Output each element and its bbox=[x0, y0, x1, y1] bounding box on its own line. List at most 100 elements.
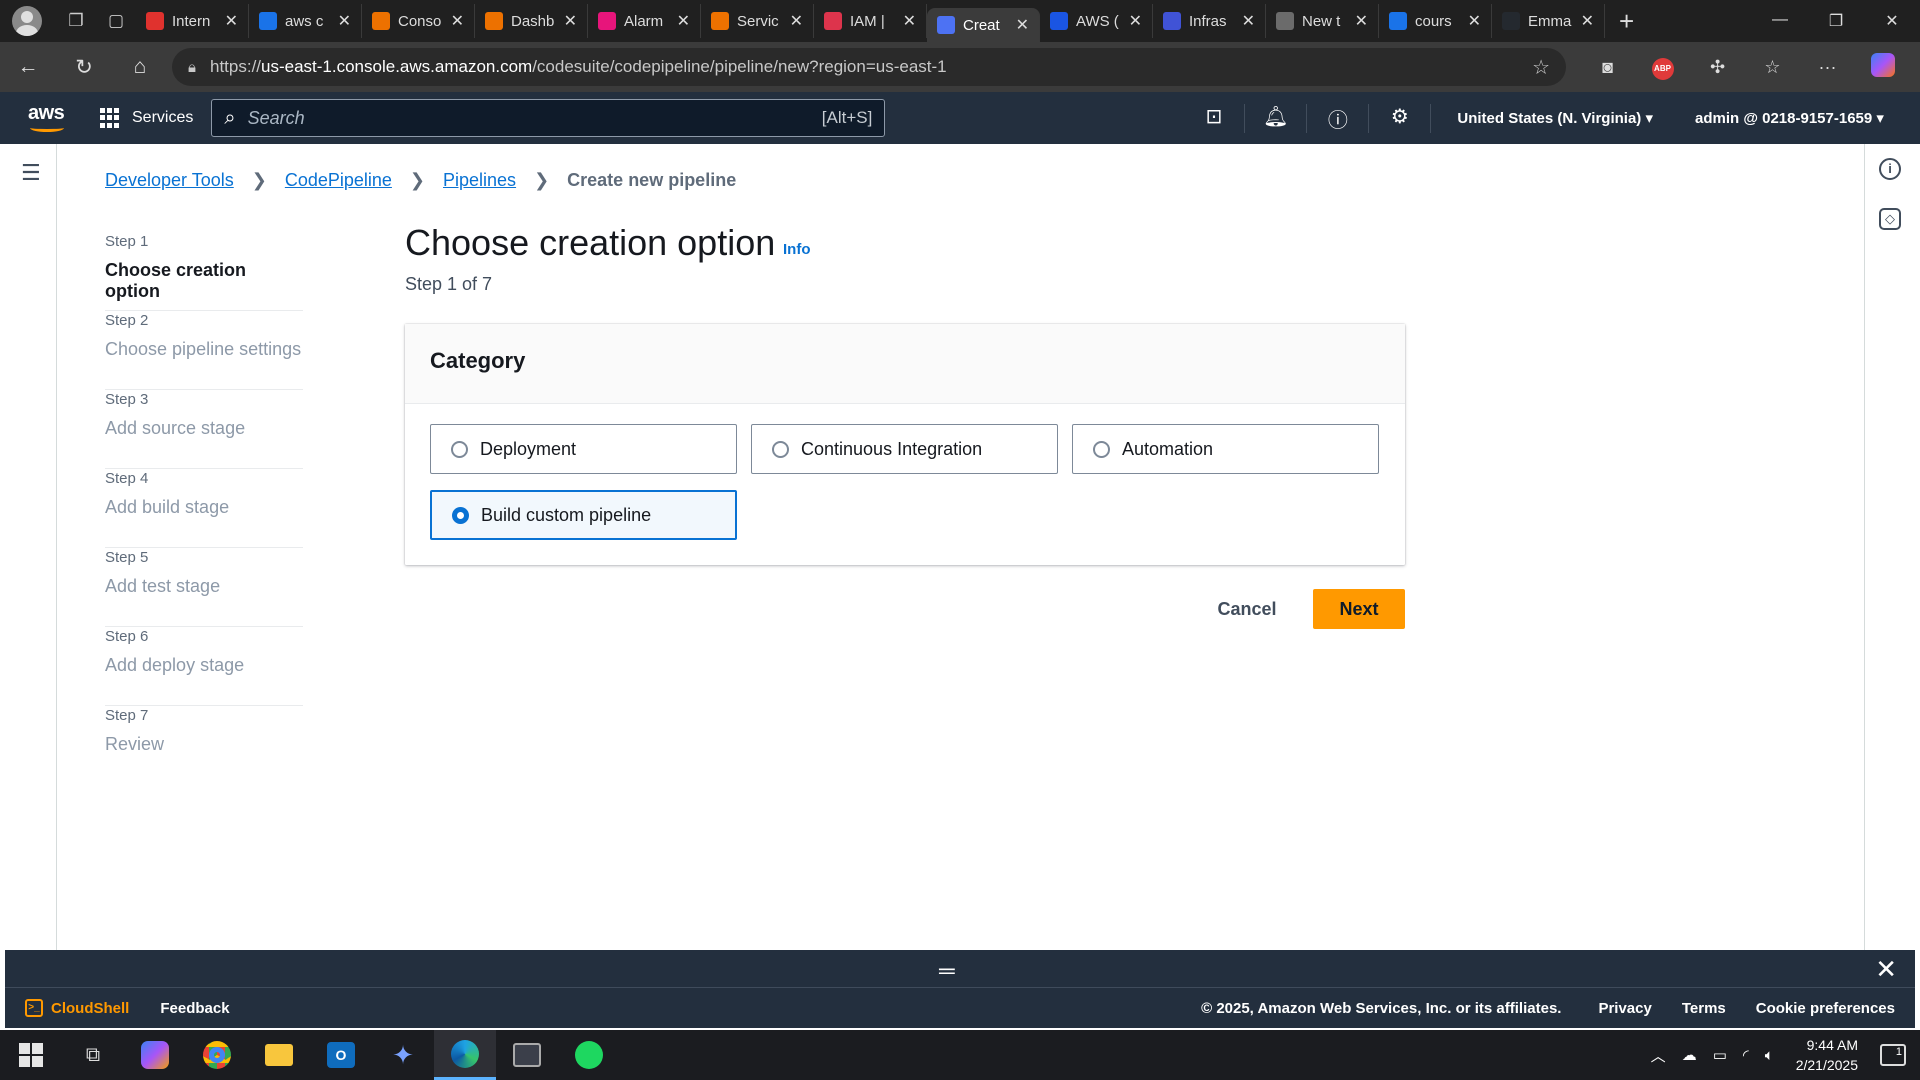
tab-close-icon[interactable]: ✕ bbox=[564, 11, 577, 31]
search-input[interactable]: ⌕ Search [Alt+S] bbox=[211, 99, 886, 137]
breadcrumb-pipelines[interactable]: Pipelines bbox=[443, 170, 516, 191]
browser-tab[interactable]: Intern ✕ bbox=[136, 4, 249, 38]
wizard-step: Step 7 Review bbox=[105, 706, 303, 785]
adblock-extension-icon[interactable]: ABP bbox=[1635, 55, 1690, 80]
hamburger-menu-icon[interactable]: ☰ bbox=[21, 160, 41, 186]
region-selector[interactable]: United States (N. Virginia) ▾ bbox=[1457, 109, 1653, 127]
browser-tab[interactable]: Creat ✕ bbox=[927, 8, 1040, 42]
browser-tab[interactable]: Infras ✕ bbox=[1153, 4, 1266, 38]
breadcrumb-codepipeline[interactable]: CodePipeline bbox=[285, 170, 392, 191]
url-field[interactable]: 🔒︎ https://us-east-1.console.aws.amazon.… bbox=[172, 48, 1566, 86]
tab-close-icon[interactable]: ✕ bbox=[1016, 15, 1029, 35]
option-build-custom-pipeline[interactable]: Build custom pipeline bbox=[430, 490, 737, 540]
settings-gear-icon[interactable]: ⚙ bbox=[1369, 103, 1432, 133]
wizard-step-label: Add deploy stage bbox=[105, 655, 245, 675]
browser-tab[interactable]: New t ✕ bbox=[1266, 4, 1379, 38]
copilot-app-icon[interactable] bbox=[124, 1030, 186, 1080]
tab-favicon-icon bbox=[824, 12, 842, 30]
tab-favicon-icon bbox=[372, 12, 390, 30]
screenshot-extension-icon[interactable]: ◙ bbox=[1580, 57, 1635, 78]
notifications-icon[interactable]: 1 bbox=[1880, 1044, 1906, 1066]
browser-tab[interactable]: Servic ✕ bbox=[701, 4, 814, 38]
tab-actions-icon[interactable]: ▢ bbox=[96, 5, 136, 37]
tab-close-icon[interactable]: ✕ bbox=[677, 11, 690, 31]
browser-tab[interactable]: Dashb ✕ bbox=[475, 4, 588, 38]
onedrive-icon[interactable]: ☁ bbox=[1682, 1046, 1697, 1064]
back-icon[interactable]: ← bbox=[0, 55, 56, 79]
close-window-button[interactable]: ✕ bbox=[1864, 11, 1920, 31]
reload-icon[interactable]: ↻ bbox=[56, 55, 112, 80]
battery-icon[interactable]: ▭ bbox=[1713, 1046, 1727, 1064]
extensions-icon[interactable]: ✣ bbox=[1690, 57, 1745, 78]
favorite-star-icon[interactable]: ☆ bbox=[1532, 55, 1550, 80]
browser-tab[interactable]: aws c ✕ bbox=[249, 4, 362, 38]
browser-tab[interactable]: Conso ✕ bbox=[362, 4, 475, 38]
home-icon[interactable]: ⌂ bbox=[112, 55, 168, 79]
notifications-bell-icon[interactable]: 🔔︎ bbox=[1245, 103, 1308, 133]
tab-close-icon[interactable]: ✕ bbox=[903, 11, 916, 31]
help-icon[interactable]: ⓘ bbox=[1307, 103, 1370, 133]
more-menu-icon[interactable]: ··· bbox=[1800, 57, 1855, 78]
cookie-preferences-link[interactable]: Cookie preferences bbox=[1756, 1000, 1895, 1017]
next-button[interactable]: Next bbox=[1313, 589, 1405, 629]
file-explorer-icon[interactable] bbox=[248, 1030, 310, 1080]
new-tab-button[interactable]: + bbox=[1619, 6, 1634, 37]
radio-button[interactable] bbox=[772, 440, 789, 458]
tab-close-icon[interactable]: ✕ bbox=[1468, 11, 1481, 31]
favorites-icon[interactable]: ☆ bbox=[1745, 57, 1800, 78]
option-continuous-integration[interactable]: Continuous Integration bbox=[751, 424, 1058, 474]
task-view-icon[interactable]: ⧉ bbox=[62, 1030, 124, 1080]
snipping-tool-icon[interactable] bbox=[496, 1030, 558, 1080]
tab-close-icon[interactable]: ✕ bbox=[1355, 11, 1368, 31]
gemini-icon[interactable]: ✦ bbox=[372, 1030, 434, 1080]
tab-close-icon[interactable]: ✕ bbox=[1581, 11, 1594, 31]
spotify-icon[interactable] bbox=[558, 1030, 620, 1080]
chrome-icon[interactable] bbox=[186, 1030, 248, 1080]
tutorial-panel-icon[interactable]: ◇ bbox=[1879, 208, 1901, 230]
cancel-button[interactable]: Cancel bbox=[1202, 589, 1292, 629]
workspaces-icon[interactable]: ❐ bbox=[56, 5, 96, 37]
start-button[interactable] bbox=[0, 1030, 62, 1080]
close-icon[interactable]: ✕ bbox=[1875, 954, 1897, 985]
option-automation[interactable]: Automation bbox=[1072, 424, 1379, 474]
radio-button[interactable] bbox=[451, 440, 468, 458]
browser-tab[interactable]: IAM | ✕ bbox=[814, 4, 927, 38]
tab-close-icon[interactable]: ✕ bbox=[1242, 11, 1255, 31]
browser-tab[interactable]: AWS (✕ bbox=[1040, 4, 1153, 38]
copilot-icon[interactable] bbox=[1855, 52, 1910, 82]
option-deployment[interactable]: Deployment bbox=[430, 424, 737, 474]
minimize-button[interactable]: — bbox=[1752, 11, 1808, 31]
info-link[interactable]: Info bbox=[783, 241, 811, 258]
tray-overflow-icon[interactable]: ︿ bbox=[1651, 1045, 1666, 1066]
cloudshell-icon[interactable]: ⊡ bbox=[1183, 103, 1246, 133]
edge-browser-icon[interactable] bbox=[434, 1030, 496, 1080]
info-panel-icon[interactable]: i bbox=[1879, 158, 1901, 180]
services-menu-button[interactable]: Services bbox=[100, 108, 193, 128]
restore-button[interactable]: ❐ bbox=[1808, 11, 1864, 31]
outlook-icon[interactable]: O bbox=[310, 1030, 372, 1080]
browser-tab[interactable]: Emma ✕ bbox=[1492, 4, 1605, 38]
account-menu[interactable]: admin @ 0218-9157-1659 ▾ bbox=[1695, 109, 1884, 127]
system-clock[interactable]: 9:44 AM 2/21/2025 bbox=[1796, 1035, 1858, 1075]
tab-close-icon[interactable]: ✕ bbox=[225, 11, 238, 31]
radio-button-selected[interactable] bbox=[452, 506, 469, 524]
radio-button[interactable] bbox=[1093, 440, 1110, 458]
browser-tab[interactable]: cours ✕ bbox=[1379, 4, 1492, 38]
volume-icon[interactable]: 🔈︎ bbox=[1765, 1047, 1774, 1064]
wifi-icon[interactable]: ◜ bbox=[1743, 1046, 1749, 1064]
profile-avatar[interactable] bbox=[12, 6, 42, 36]
tab-close-icon[interactable]: ✕ bbox=[1129, 11, 1142, 31]
tab-close-icon[interactable]: ✕ bbox=[338, 11, 351, 31]
drag-handle-icon[interactable]: ═ bbox=[939, 958, 955, 984]
site-info-icon[interactable]: 🔒︎ bbox=[188, 59, 196, 76]
tab-close-icon[interactable]: ✕ bbox=[790, 11, 803, 31]
tab-close-icon[interactable]: ✕ bbox=[451, 11, 464, 31]
terms-link[interactable]: Terms bbox=[1682, 1000, 1726, 1017]
breadcrumb-developer-tools[interactable]: Developer Tools bbox=[105, 170, 234, 191]
url-prefix: https:// bbox=[209, 57, 262, 76]
browser-tab[interactable]: Alarm ✕ bbox=[588, 4, 701, 38]
cloudshell-button[interactable]: >_ CloudShell bbox=[25, 999, 129, 1017]
aws-logo[interactable]: aws bbox=[28, 102, 66, 134]
privacy-link[interactable]: Privacy bbox=[1598, 1000, 1651, 1017]
feedback-link[interactable]: Feedback bbox=[160, 1000, 229, 1017]
